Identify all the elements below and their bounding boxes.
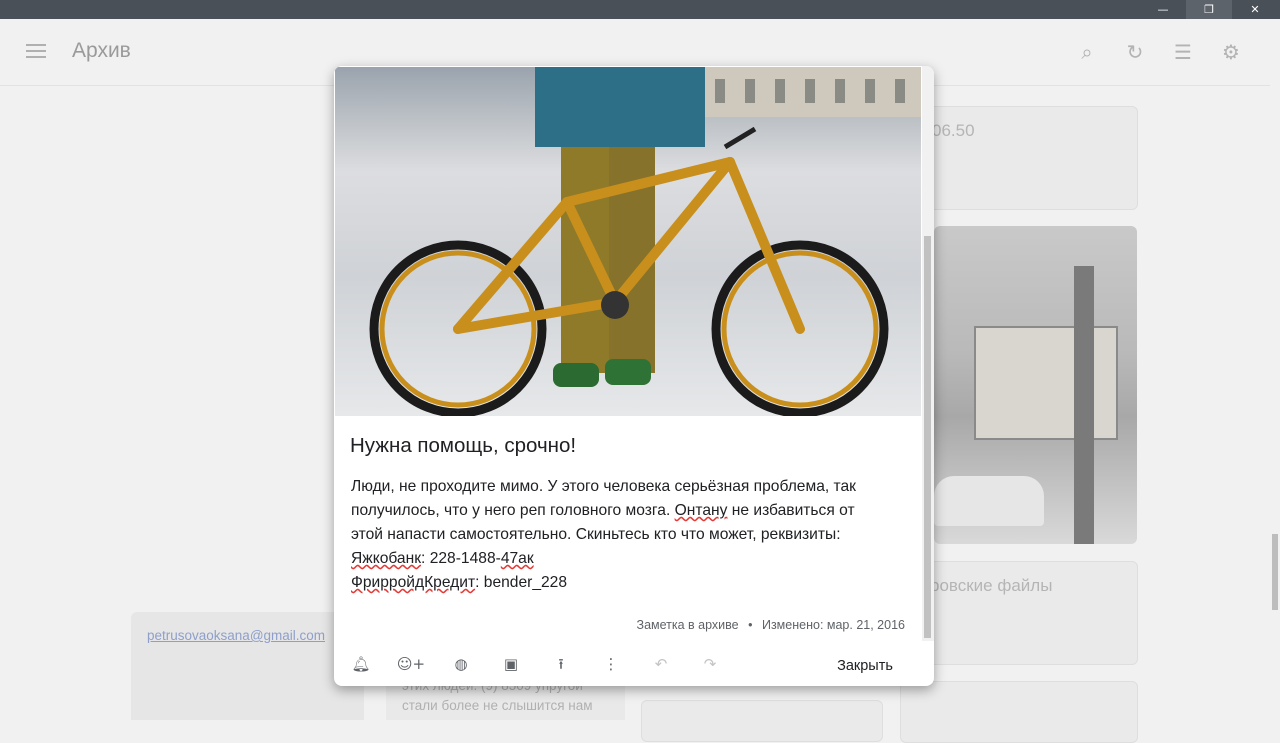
- email-link[interactable]: petrusovaoksana@gmail.com: [147, 626, 332, 646]
- unarchive-icon[interactable]: ⭱: [546, 649, 576, 679]
- note-body-line: этой напасти самостоятельно. Скиньтесь к…: [351, 526, 841, 543]
- close-button[interactable]: Закрыть: [820, 651, 910, 681]
- image-icon[interactable]: ▣: [496, 649, 526, 679]
- note-toolbar: 🔔︎ ☺+ ◍ ▣ ⭱ ⋮ ↶ ↷ Закрыть: [334, 644, 934, 686]
- note-title[interactable]: Нужна помощь, срочно!: [350, 434, 576, 458]
- window-titlebar: — ❐ ✕: [0, 0, 1280, 19]
- archive-status: Заметка в архиве: [636, 618, 739, 632]
- misspelled-word: 47ак: [500, 550, 534, 567]
- collaborator-icon[interactable]: ☺+: [396, 649, 426, 679]
- reminder-icon[interactable]: 🔔︎: [346, 649, 376, 679]
- note-scrollbar[interactable]: [922, 66, 934, 641]
- background-note-text: 06.50: [932, 121, 975, 140]
- menu-icon[interactable]: [26, 44, 46, 60]
- misspelled-word: ФрирройдКредит: [351, 574, 476, 591]
- note-text: получилось, что у него реп головного моз…: [351, 502, 675, 519]
- note-text: : 228-1488-: [421, 550, 501, 567]
- redo-icon[interactable]: ↷: [695, 649, 725, 679]
- refresh-icon[interactable]: ↻: [1122, 39, 1148, 65]
- note-body-line: ФрирройдКредит: bender_228: [351, 571, 901, 595]
- minimize-icon[interactable]: —: [1140, 0, 1186, 19]
- page-title: Архив: [72, 39, 131, 62]
- note-body-line: Люди, не проходите мимо. У этого человек…: [351, 478, 856, 495]
- modified-date: Изменено: мар. 21, 2016: [761, 618, 905, 632]
- background-note-text: ровские файлы: [930, 576, 1053, 595]
- note-meta: Заметка в архиве • Изменено: мар. 21, 20…: [604, 618, 905, 632]
- background-note-line: стали более не слышится нам: [402, 698, 593, 713]
- note-image[interactable]: [335, 67, 921, 416]
- background-note-card[interactable]: [900, 681, 1138, 743]
- restore-icon[interactable]: ❐: [1186, 0, 1232, 19]
- note-text: не избавиться от: [727, 502, 855, 519]
- note-body-line: Яжкобанк: 228-1488-47ак: [351, 547, 901, 571]
- misspelled-word: Онтану: [674, 502, 728, 519]
- palette-icon[interactable]: ◍: [446, 649, 476, 679]
- more-icon[interactable]: ⋮: [596, 649, 626, 679]
- meta-separator: •: [748, 618, 753, 632]
- settings-icon[interactable]: ⚙: [1218, 39, 1244, 65]
- note-body[interactable]: Люди, не проходите мимо. У этого человек…: [351, 475, 901, 595]
- background-note-image[interactable]: [934, 226, 1137, 544]
- search-icon[interactable]: ⌕: [1074, 39, 1100, 65]
- note-text: : bender_228: [475, 574, 568, 591]
- list-view-icon[interactable]: ☰: [1170, 39, 1196, 65]
- undo-icon[interactable]: ↶: [646, 649, 676, 679]
- note-dialog: Нужна помощь, срочно! Люди, не проходите…: [334, 66, 934, 686]
- background-note-card[interactable]: [641, 700, 883, 742]
- note-body-line: получилось, что у него реп головного моз…: [351, 499, 901, 523]
- close-icon[interactable]: ✕: [1232, 0, 1278, 19]
- misspelled-word: Яжкобанк: [351, 550, 422, 567]
- page-scrollbar[interactable]: [1270, 19, 1280, 720]
